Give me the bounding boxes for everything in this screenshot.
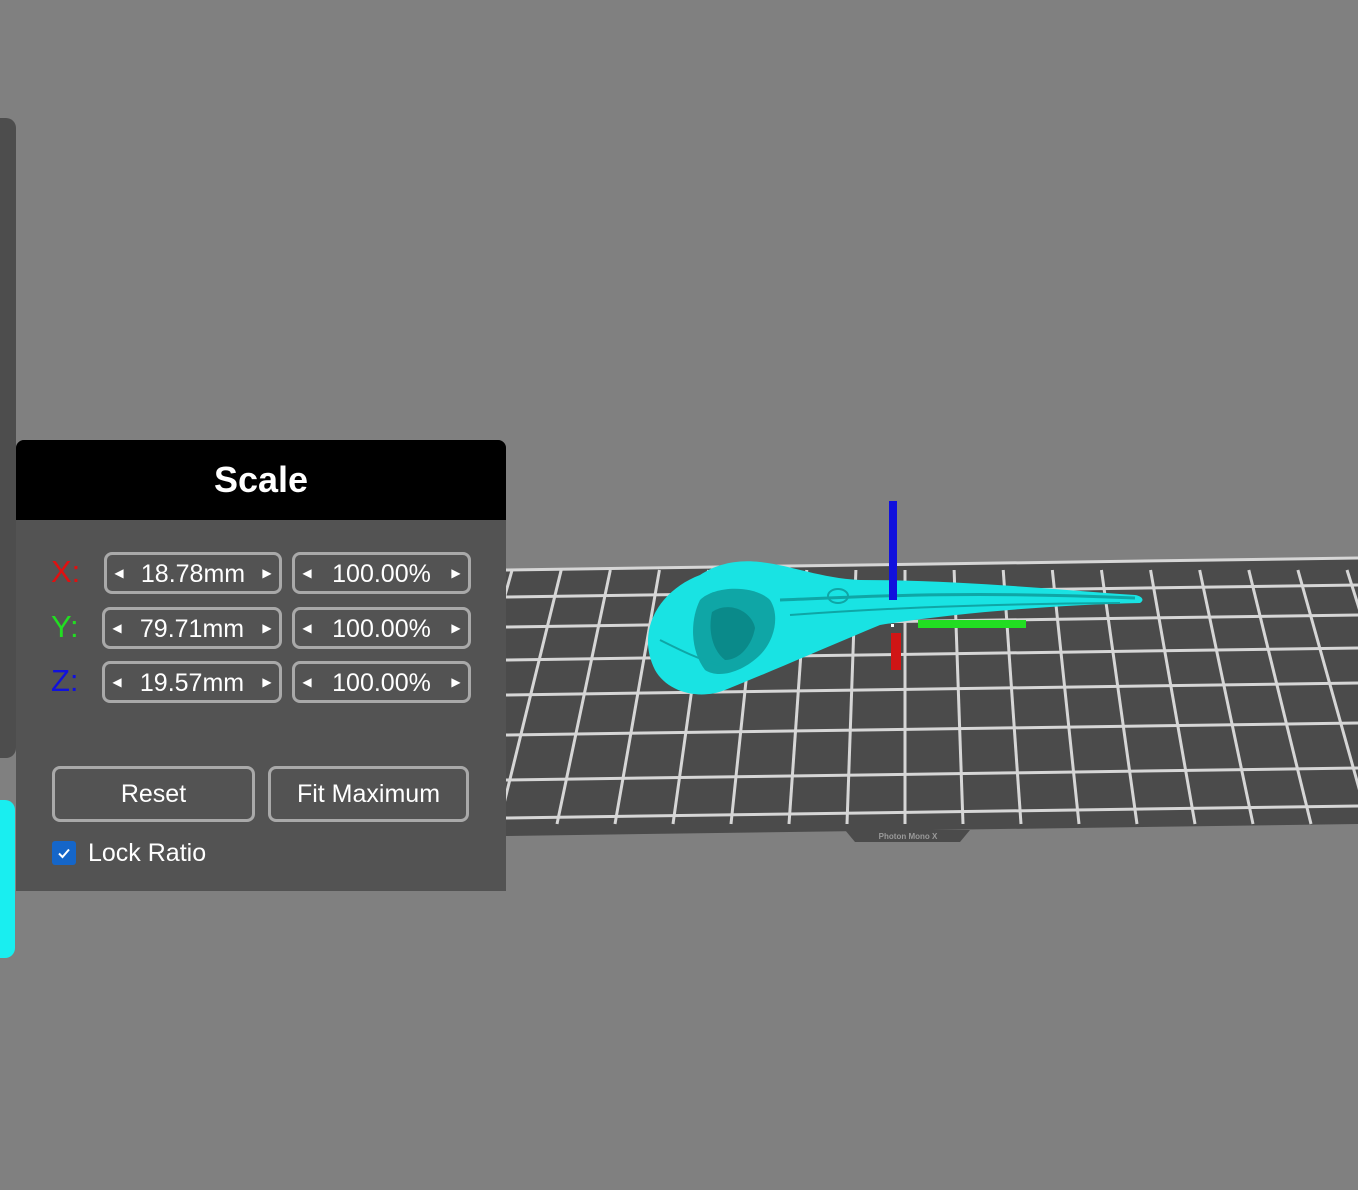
decrement-icon[interactable]: ◀ — [107, 664, 127, 700]
lock-ratio-checkbox[interactable] — [52, 841, 76, 865]
axis-label-z: Z: — [51, 663, 79, 698]
lock-ratio-label[interactable]: Lock Ratio — [88, 839, 206, 868]
lock-ratio-row: Lock Ratio — [52, 838, 206, 868]
size-y-stepper[interactable]: ◀ 79.71mm ▶ — [102, 607, 282, 649]
fit-maximum-button[interactable]: Fit Maximum — [268, 766, 469, 822]
decrement-icon[interactable]: ◀ — [297, 664, 317, 700]
increment-icon[interactable]: ▶ — [446, 664, 466, 700]
decrement-icon[interactable]: ◀ — [297, 610, 317, 646]
increment-icon[interactable]: ▶ — [257, 664, 277, 700]
percent-x-value[interactable]: 100.00% — [315, 555, 448, 591]
check-icon — [58, 848, 70, 859]
increment-icon[interactable]: ▶ — [446, 610, 466, 646]
gizmo-x-axis[interactable] — [891, 633, 901, 670]
decrement-icon[interactable]: ◀ — [107, 610, 127, 646]
scale-row-z: Z: ◀ 19.57mm ▶ ◀ 100.00% ▶ — [16, 661, 506, 703]
build-plate-label: Photon Mono X — [879, 832, 938, 841]
size-x-stepper[interactable]: ◀ 18.78mm ▶ — [104, 552, 282, 594]
increment-icon[interactable]: ▶ — [257, 555, 277, 591]
reset-button[interactable]: Reset — [52, 766, 255, 822]
gizmo-origin — [891, 624, 894, 627]
left-toolbar — [0, 118, 16, 758]
size-z-value[interactable]: 19.57mm — [125, 664, 259, 700]
panel-title: Scale — [213, 459, 309, 500]
percent-x-stepper[interactable]: ◀ 100.00% ▶ — [292, 552, 471, 594]
3d-viewport[interactable]: Photon Mono X Scale X: ◀ 18.78mm ▶ ◀ 100… — [0, 0, 1358, 1190]
active-tool-tab[interactable] — [0, 800, 15, 958]
size-y-value[interactable]: 79.71mm — [125, 610, 259, 646]
size-z-stepper[interactable]: ◀ 19.57mm ▶ — [102, 661, 282, 703]
scale-row-x: X: ◀ 18.78mm ▶ ◀ 100.00% ▶ — [16, 552, 506, 594]
increment-icon[interactable]: ▶ — [257, 610, 277, 646]
size-x-value[interactable]: 18.78mm — [127, 555, 259, 591]
scale-panel: Scale X: ◀ 18.78mm ▶ ◀ 100.00% ▶ Y: ◀ 79… — [16, 440, 506, 891]
percent-y-stepper[interactable]: ◀ 100.00% ▶ — [292, 607, 471, 649]
axis-label-x: X: — [51, 554, 81, 589]
gizmo-y-axis[interactable] — [918, 620, 1026, 628]
decrement-icon[interactable]: ◀ — [109, 555, 129, 591]
increment-icon[interactable]: ▶ — [446, 555, 466, 591]
percent-y-value[interactable]: 100.00% — [315, 610, 448, 646]
axis-label-y: Y: — [51, 609, 79, 644]
percent-z-stepper[interactable]: ◀ 100.00% ▶ — [292, 661, 471, 703]
panel-header: Scale — [16, 440, 506, 520]
gizmo-z-axis[interactable] — [889, 501, 897, 600]
percent-z-value[interactable]: 100.00% — [315, 664, 448, 700]
scale-row-y: Y: ◀ 79.71mm ▶ ◀ 100.00% ▶ — [16, 607, 506, 649]
decrement-icon[interactable]: ◀ — [297, 555, 317, 591]
